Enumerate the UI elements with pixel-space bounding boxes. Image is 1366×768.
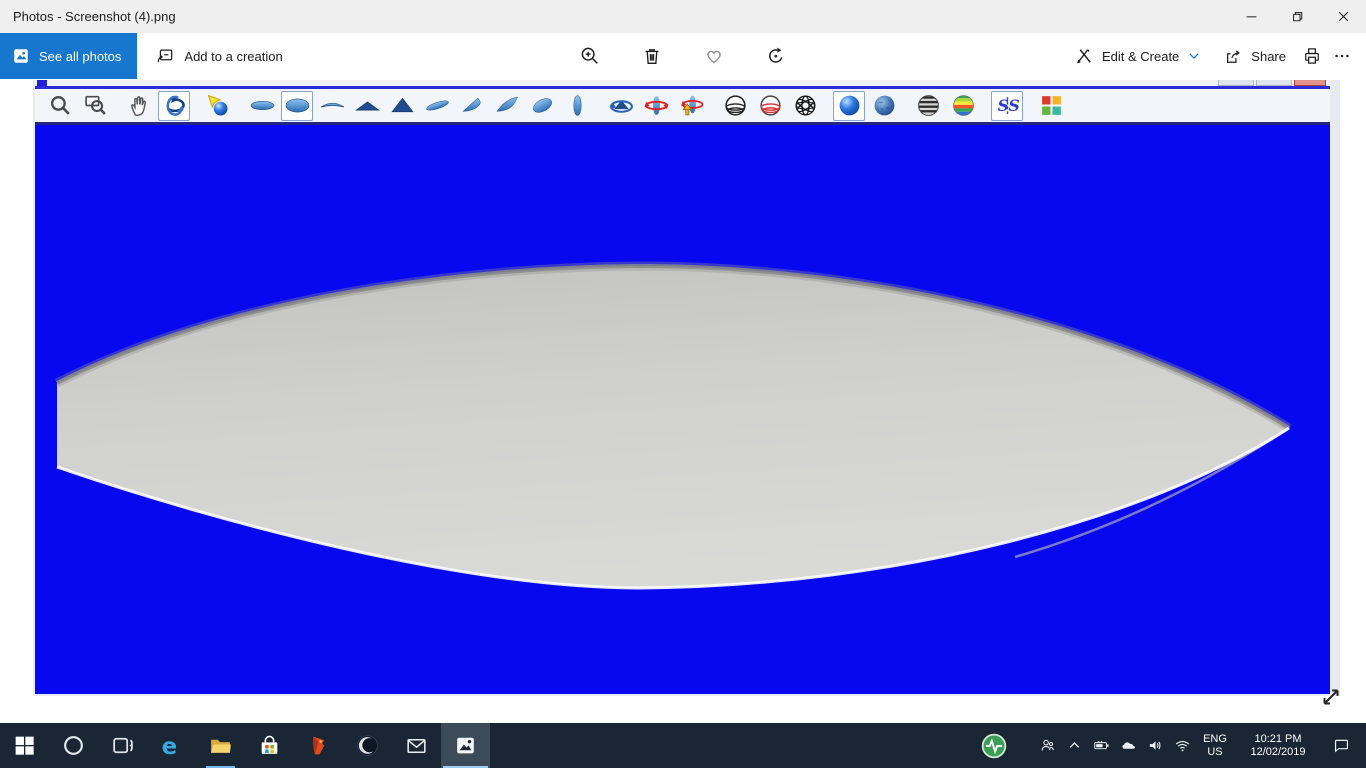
zoom-icon[interactable] (44, 91, 76, 121)
volume-icon[interactable] (1142, 723, 1169, 768)
red-app-icon[interactable] (294, 723, 343, 768)
chevron-down-icon (1187, 49, 1201, 63)
language-indicator[interactable]: ENG US (1196, 733, 1234, 759)
pulse-app-icon[interactable] (978, 723, 1010, 768)
zoom-window-icon[interactable] (79, 91, 111, 121)
zoom-to-fill-button[interactable] (1316, 682, 1346, 712)
pointer-sphere-icon[interactable] (202, 91, 234, 121)
edit-create-button[interactable]: Edit & Create (1068, 46, 1207, 66)
print-icon[interactable] (1302, 46, 1322, 66)
sphere-striped-icon[interactable] (912, 91, 944, 121)
captured-window-titlebar-fragment (35, 80, 1330, 86)
sphere-wireframe-icon[interactable] (789, 91, 821, 121)
photos-toolbar-right: Edit & Create Share (1068, 46, 1366, 66)
file-explorer-icon[interactable] (196, 723, 245, 768)
people-icon[interactable] (1034, 723, 1061, 768)
lens-vertical-icon[interactable] (561, 91, 593, 121)
svg-text:S: S (1008, 96, 1019, 115)
rotate-icon[interactable] (764, 44, 788, 68)
mail-icon[interactable] (392, 723, 441, 768)
lens-leaf-icon[interactable] (526, 91, 558, 121)
modeler-canvas (35, 122, 1330, 694)
favorite-icon[interactable] (702, 44, 726, 68)
photos-icon[interactable] (441, 723, 490, 768)
see-all-photos-label: See all photos (39, 49, 121, 64)
window-controls (1228, 0, 1366, 33)
pan-hand-icon[interactable] (123, 91, 155, 121)
prism-high-icon[interactable] (386, 91, 418, 121)
wifi-icon[interactable] (1169, 723, 1196, 768)
svg-text:e: e (162, 734, 178, 758)
sphere-rings-icon[interactable] (719, 91, 751, 121)
add-to-creation-button[interactable]: Add to a creation (155, 46, 282, 66)
sphere-textured-icon[interactable] (868, 91, 900, 121)
color-squares-icon[interactable] (1035, 91, 1067, 121)
rotate-lens-x-icon[interactable] (640, 91, 672, 121)
start-icon[interactable] (0, 723, 49, 768)
sphere-rainbow-icon[interactable] (947, 91, 979, 121)
window-title: Photos - Screenshot (4).png (0, 9, 176, 24)
photos-toolbar: See all photos Add to a creation Edit & … (0, 33, 1366, 79)
clock-date: 12/02/2019 (1238, 746, 1318, 759)
print-button-host (1302, 46, 1322, 66)
captured-app-icon-fragment (37, 80, 47, 86)
share-icon (1223, 46, 1243, 66)
dark-browser-icon[interactable] (343, 723, 392, 768)
system-tray: ENG US 10:21 PM 12/02/2019 (978, 723, 1366, 768)
restore-icon[interactable] (1274, 0, 1320, 33)
onedrive-icon[interactable] (1115, 723, 1142, 768)
share-label: Share (1251, 49, 1286, 64)
photos-logo-icon (12, 47, 30, 65)
photo-actions (578, 33, 788, 79)
clock[interactable]: 10:21 PM 12/02/2019 (1238, 733, 1318, 759)
more-icon[interactable] (1332, 46, 1352, 66)
edge-icon[interactable]: e (147, 723, 196, 768)
zoom-in-icon[interactable] (578, 44, 602, 68)
add-to-creation-label: Add to a creation (184, 49, 282, 64)
wedge-icon[interactable] (491, 91, 523, 121)
captured-window-button-fragment (1256, 80, 1292, 86)
lens-plano-tilted-icon[interactable] (456, 91, 488, 121)
lens-flat-ellipse-icon[interactable] (246, 91, 278, 121)
captured-close-button-fragment (1294, 80, 1326, 86)
lens-meniscus-icon[interactable] (316, 91, 348, 121)
lens-blade-icon[interactable] (421, 91, 453, 121)
cortana-icon[interactable] (49, 723, 98, 768)
lens-ellipse-icon[interactable] (281, 91, 313, 121)
language-line2: US (1196, 746, 1234, 759)
rotate-3d-icon[interactable] (158, 91, 190, 121)
task-view-icon[interactable] (98, 723, 147, 768)
titlebar: Photos - Screenshot (4).png (0, 0, 1366, 33)
hidden-icons-icon[interactable] (1061, 723, 1088, 768)
close-icon[interactable] (1320, 0, 1366, 33)
edit-create-icon (1074, 46, 1094, 66)
captured-window-button-fragment (1218, 80, 1254, 86)
clock-time: 10:21 PM (1238, 733, 1318, 746)
edit-create-label: Edit & Create (1102, 49, 1179, 64)
taskbar-apps: e (0, 723, 490, 768)
sis-icon[interactable]: SS (991, 91, 1023, 121)
revolve-icon[interactable] (605, 91, 637, 121)
delete-icon[interactable] (640, 44, 664, 68)
lens-3d-object (35, 125, 1330, 694)
share-button[interactable]: Share (1217, 46, 1292, 66)
prism-low-icon[interactable] (351, 91, 383, 121)
displayed-screenshot[interactable]: SS (33, 80, 1340, 696)
sphere-rings-red-icon[interactable] (754, 91, 786, 121)
taskbar: e ENG US 10:21 PM 12/02/2019 (0, 723, 1366, 768)
sphere-blue-icon[interactable] (833, 91, 865, 121)
photo-viewer-area: SS (0, 79, 1366, 723)
see-all-photos-button[interactable]: See all photos (0, 33, 137, 79)
action-center-icon[interactable] (1322, 723, 1360, 768)
modeler-toolbar: SS (35, 89, 1330, 122)
rotate-lens-y-icon[interactable] (675, 91, 707, 121)
language-line1: ENG (1196, 733, 1234, 746)
battery-icon[interactable] (1088, 723, 1115, 768)
store-icon[interactable] (245, 723, 294, 768)
minimize-icon[interactable] (1228, 0, 1274, 33)
more-button-host (1332, 46, 1352, 66)
add-creation-icon (155, 46, 175, 66)
